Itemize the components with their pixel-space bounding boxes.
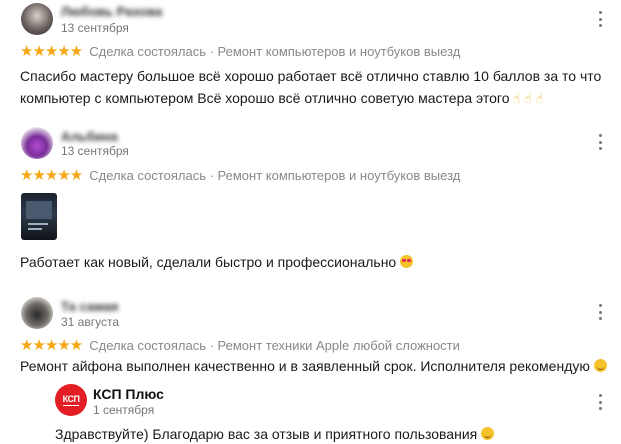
heart-eyes-emoji-icon [400,255,414,268]
review-text: Работает как новый, сделали быстро и про… [20,251,414,273]
review-card: Та самая 31 августа ★★★★★ Сделка состоял… [0,290,621,444]
deal-info: Сделка состоялась · Ремонт компьютеров и… [89,43,461,59]
reply-date: 1 сентября [93,403,155,417]
review-meta: ★★★★★ Сделка состоялась · Ремонт техники… [20,336,460,354]
review-card: Любовь Рахова 13 сентября ★★★★★ Сделка с… [0,0,621,110]
rating-stars: ★★★★★ [20,43,83,60]
review-card: Альбина 13 сентября ★★★★★ Сделка состоял… [0,120,621,280]
review-date: 13 сентября [61,144,129,158]
deal-info: Сделка состоялась · Ремонт техники Apple… [89,337,460,353]
review-meta: ★★★★★ Сделка состоялась · Ремонт компьют… [20,42,460,60]
review-text-line: Спасибо мастеру большое всё хорошо работ… [20,68,602,84]
more-options-icon[interactable] [596,11,604,27]
more-options-icon[interactable] [596,304,604,320]
avatar[interactable] [21,3,53,35]
review-text-line: компьютер с компьютером Всё хорошо всё о… [20,90,544,106]
author-name[interactable]: Та самая [61,299,118,314]
avatar[interactable] [21,127,53,159]
review-date: 13 сентября [61,21,129,35]
review-text: Спасибо мастеру большое всё хорошо работ… [20,65,601,110]
review-meta: ★★★★★ Сделка состоялась · Ремонт компьют… [20,166,460,184]
rating-stars: ★★★★★ [20,167,83,184]
author-name[interactable]: Любовь Рахова [61,4,162,19]
avatar[interactable] [21,297,53,329]
review-photo[interactable] [21,193,57,240]
smile-emoji-icon [593,359,607,372]
more-options-icon[interactable] [596,394,604,410]
smile-emoji-icon [481,427,495,440]
author-name[interactable]: Альбина [61,129,118,144]
rating-stars: ★★★★★ [20,337,83,354]
review-date: 31 августа [61,315,120,329]
review-text: Ремонт айфона выполнен качественно и в з… [20,355,607,377]
company-name[interactable]: КСП Плюс [93,386,164,402]
deal-info: Сделка состоялась · Ремонт компьютеров и… [89,167,461,183]
reply-text: Здравствуйте) Благодарю вас за отзыв и п… [55,426,495,442]
company-logo[interactable]: КСП [55,384,87,416]
more-options-icon[interactable] [596,134,604,150]
pointing-up-icon: ☝ ☝ ☝ [512,91,544,106]
